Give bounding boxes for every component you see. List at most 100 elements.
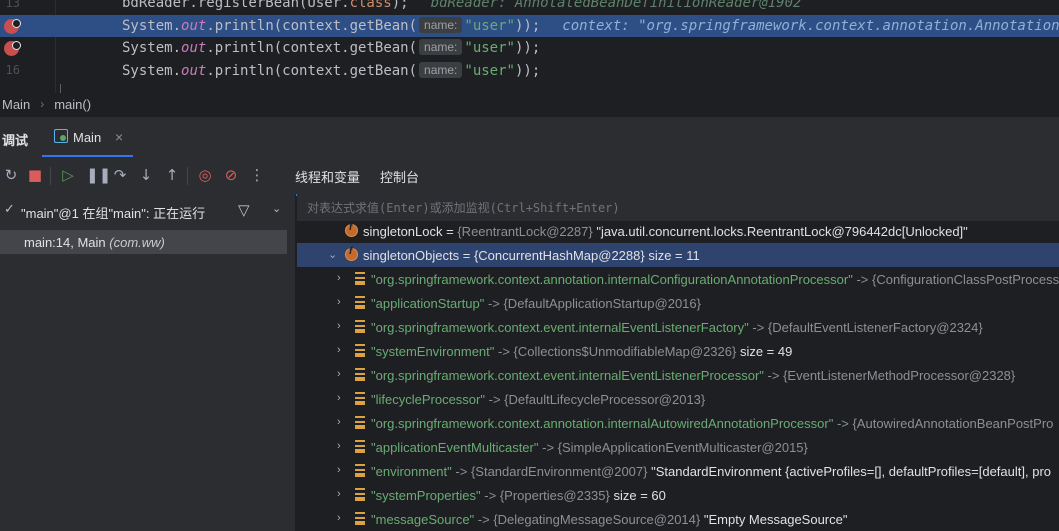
code-token: ); [391,0,409,11]
chevron-down-icon[interactable]: ⌄ [328,248,338,261]
code-token: bdReader.registerBean(User. [122,0,350,11]
chevron-right-icon[interactable]: › [337,440,347,452]
entry-text: "applicationStartup" -> {DefaultApplicat… [371,296,701,311]
map-entry-icon [355,512,365,525]
chevron-right-icon[interactable]: › [337,368,347,380]
code-editor[interactable]: 13 bdReader.registerBean(User.class); bdR… [0,0,1059,93]
chevron-right-icon[interactable]: › [337,392,347,404]
code-text[interactable]: System.out.println(context.getBean(name:… [122,62,540,79]
variable-row[interactable]: singletonLock = {ReentrantLock@2287} "ja… [297,219,1059,243]
breadcrumb-item-method[interactable]: main() [54,97,91,112]
entry-type: -> {StandardEnvironment@2007} [455,464,648,479]
tab-console[interactable]: 控制台 [380,167,419,186]
variable-value: "java.util.concurrent.locks.ReentrantLoc… [596,224,968,239]
entry-value: "StandardEnvironment {activeProfiles=[],… [651,464,1052,479]
entry-text: "applicationEventMulticaster" -> {Simple… [371,440,808,455]
step-into-icon[interactable]: ↓ [138,167,154,183]
field-token: out [181,18,207,34]
breadcrumb-item-class[interactable]: Main [2,97,30,112]
map-entry-icon [355,464,365,477]
view-breakpoints-icon[interactable]: ◎ [197,167,213,183]
map-entry-row[interactable]: › "org.springframework.context.annotatio… [297,411,1059,435]
filter-icon[interactable]: ▽ [238,201,250,219]
entry-value: size = 49 [739,344,793,359]
code-line-current[interactable]: System.out.println(context.getBean(name:… [0,15,1059,37]
map-entry-row[interactable]: › "org.springframework.context.annotatio… [297,267,1059,291]
chevron-right-icon[interactable]: › [337,416,347,428]
map-entry-row[interactable]: › "org.springframework.context.event.int… [297,315,1059,339]
chevron-right-icon[interactable]: › [337,464,347,476]
chevron-down-icon[interactable]: ⌄ [272,202,281,215]
run-config-icon [54,129,68,143]
map-entry-row[interactable]: › "lifecycleProcessor" -> {DefaultLifecy… [297,387,1059,411]
code-token: System. [122,63,182,79]
code-line[interactable]: 13 bdReader.registerBean(User.class); bdR… [0,0,1059,15]
code-text[interactable]: System.out.println(context.getBean(name:… [122,17,1059,34]
string-token: "user" [464,63,515,79]
more-icon[interactable]: ⋮ [249,167,265,183]
entry-key: "applicationEventMulticaster" [371,440,539,455]
parameter-hint: name: [419,17,463,33]
mute-breakpoints-icon[interactable]: ⊘ [223,167,239,183]
entry-type: -> {DelegatingMessageSource@2014} [477,512,701,527]
toolbar-separator [50,167,51,185]
entry-text: "org.springframework.context.event.inter… [371,320,983,335]
line-number: 16 [5,63,20,77]
inline-debug-value: bdReader: AnnotatedBeanDefinitionReader@… [430,0,802,11]
parameter-hint: name: [419,39,463,55]
breakpoint-icon[interactable] [4,19,21,34]
map-entry-row[interactable]: › "org.springframework.context.event.int… [297,363,1059,387]
code-line[interactable]: System.out.println(context.getBean(name:… [0,37,1059,59]
evaluate-expression-input[interactable] [307,201,1047,215]
map-entry-row[interactable]: › "systemProperties" -> {Properties@2335… [297,483,1059,507]
rerun-icon[interactable]: ↻ [3,167,19,183]
line-number: 13 [5,0,20,10]
code-text[interactable]: bdReader.registerBean(User.class); bdRead… [122,0,801,11]
step-over-icon[interactable]: ↷ [112,167,128,183]
pause-icon[interactable]: ❚❚ [86,167,111,183]
chevron-right-icon[interactable]: › [337,512,347,524]
map-entry-icon [355,320,365,333]
map-entry-row[interactable]: › "applicationStartup" -> {DefaultApplic… [297,291,1059,315]
step-out-icon[interactable]: ↑ [164,167,180,183]
field-token: out [181,63,207,79]
entry-text: "environment" -> {StandardEnvironment@20… [371,464,1051,479]
entry-key: "messageSource" [371,512,475,527]
field-token: out [181,40,207,56]
tab-main-session[interactable]: Main × [42,117,133,157]
close-icon[interactable]: × [115,129,123,145]
thread-selector[interactable]: ✓ "main"@1 在组"main": 正在运行 ▽ ⌄ [0,194,295,226]
map-entry-row[interactable]: › "messageSource" -> {DelegatingMessageS… [297,507,1059,531]
chevron-right-icon[interactable]: › [337,296,347,308]
map-entry-row[interactable]: › "systemEnvironment" -> {Collections$Un… [297,339,1059,363]
code-line[interactable]: 16 System.out.println(context.getBean(na… [0,60,1059,82]
resume-icon[interactable]: ▷ [60,167,76,183]
map-entry-icon [355,272,365,285]
debug-toolbar: ↻ ■ ▷ ❚❚ ↷ ↓ ↑ ◎ ⊘ ⋮ 线程和变量 控制台 [0,157,1059,194]
map-entry-icon [355,296,365,309]
stack-frame-row[interactable]: main:14, Main (com.ww) [0,230,287,254]
entry-key: "environment" [371,464,452,479]
code-text[interactable]: System.out.println(context.getBean(name:… [122,39,540,56]
map-entry-row[interactable]: › "environment" -> {StandardEnvironment@… [297,459,1059,483]
frame-method: main:14, Main [24,235,110,250]
tab-threads-variables[interactable]: 线程和变量 [295,167,360,186]
chevron-right-icon[interactable]: › [337,488,347,500]
breakpoint-icon[interactable] [4,41,21,56]
chevron-right-icon[interactable]: › [337,320,347,332]
entry-text: "lifecycleProcessor" -> {DefaultLifecycl… [371,392,705,407]
code-token: )); [514,63,541,79]
entry-key: "systemEnvironment" [371,344,495,359]
chevron-right-icon: › [40,97,45,111]
inline-debug-value: context: "org.springframework.context.an… [562,18,1059,34]
chevron-right-icon[interactable]: › [337,272,347,284]
frame-package: (com.ww) [109,235,165,250]
variable-row-selected[interactable]: ⌄ singletonObjects = {ConcurrentHashMap@… [297,243,1059,267]
chevron-right-icon[interactable]: › [337,344,347,356]
stop-icon[interactable]: ■ [27,167,43,183]
code-token: .println(context.getBean( [206,63,418,79]
fold-brace-indicator [60,84,80,93]
map-entry-row[interactable]: › "applicationEventMulticaster" -> {Simp… [297,435,1059,459]
variable-type: {ReentrantLock@2287} [457,224,593,239]
frames-pane: ✓ "main"@1 在组"main": 正在运行 ▽ ⌄ main:14, M… [0,194,296,531]
